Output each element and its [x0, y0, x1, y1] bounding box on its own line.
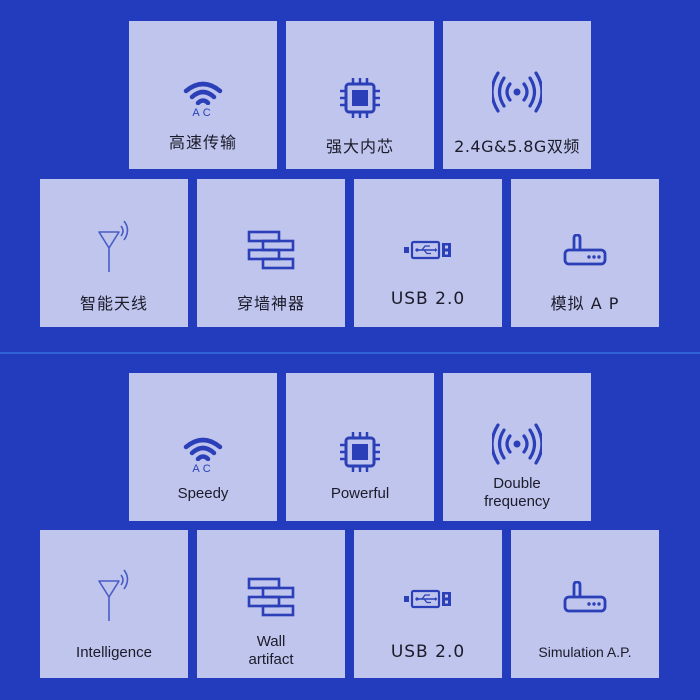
feature-label: 2.4G&5.8G双频: [454, 137, 580, 156]
feature-label-line2: artifact: [248, 651, 294, 668]
router-icon: [511, 225, 659, 275]
feature-tile-wall-penetration: 穿墙神器: [197, 179, 345, 327]
feature-tile-simulation-ap: Simulation A.P.: [511, 530, 659, 678]
feature-tile-double-frequency: Double frequency: [443, 373, 591, 521]
feature-label-line1: Double: [493, 475, 541, 492]
feature-label: USB 2.0: [390, 642, 466, 662]
feature-tile-intelligence: Intelligence: [40, 530, 188, 678]
feature-tile-usb: USB 2.0: [354, 530, 502, 678]
feature-label-line2: frequency: [484, 493, 550, 510]
feature-label-line1: Wall: [256, 633, 286, 650]
feature-tile-powerful: Powerful: [286, 373, 434, 521]
feature-label: Powerful: [330, 485, 390, 502]
feature-label: 智能天线: [79, 294, 148, 313]
usb-icon: [354, 574, 502, 624]
feature-label: Speedy: [177, 485, 229, 502]
feature-label: 穿墙神器: [236, 294, 305, 313]
feature-label: Intelligence: [76, 644, 152, 661]
feature-tile-usb: USB 2.0: [354, 179, 502, 327]
usb-icon: [354, 225, 502, 275]
feature-tile-speedy: AC Speedy: [129, 373, 277, 521]
feature-tile-simulated-ap: 模拟 A P: [511, 179, 659, 327]
feature-label: Double frequency: [443, 475, 591, 511]
wifi-ac-icon: AC: [129, 73, 277, 123]
feature-tile-wall-artifact: Wall artifact: [197, 530, 345, 678]
wifi-ac-icon-text: AC: [192, 463, 214, 475]
wifi-ac-icon: AC: [129, 429, 277, 479]
feature-tile-high-speed: AC 高速传输: [129, 21, 277, 169]
antenna-icon: [40, 566, 188, 624]
feature-label: 模拟 A P: [550, 294, 620, 313]
feature-tile-smart-antenna: 智能天线: [40, 179, 188, 327]
feature-tile-powerful-chip: 强大内芯: [286, 21, 434, 169]
brick-wall-icon: [197, 572, 345, 622]
feature-label: Wall artifact: [197, 633, 345, 669]
feature-label: Simulation A.P.: [538, 644, 632, 660]
section-divider: [0, 352, 700, 354]
broadcast-signal-icon: [443, 419, 591, 469]
feature-label: 高速传输: [168, 133, 237, 152]
chip-icon: [286, 73, 434, 123]
antenna-icon: [40, 217, 188, 275]
router-icon: [511, 572, 659, 622]
broadcast-signal-icon: [443, 67, 591, 117]
chip-icon: [286, 427, 434, 477]
brick-wall-icon: [197, 225, 345, 275]
feature-tile-dual-band: 2.4G&5.8G双频: [443, 21, 591, 169]
feature-label: USB 2.0: [390, 289, 466, 309]
wifi-ac-icon-text: AC: [192, 107, 214, 119]
feature-label: 强大内芯: [325, 137, 394, 156]
